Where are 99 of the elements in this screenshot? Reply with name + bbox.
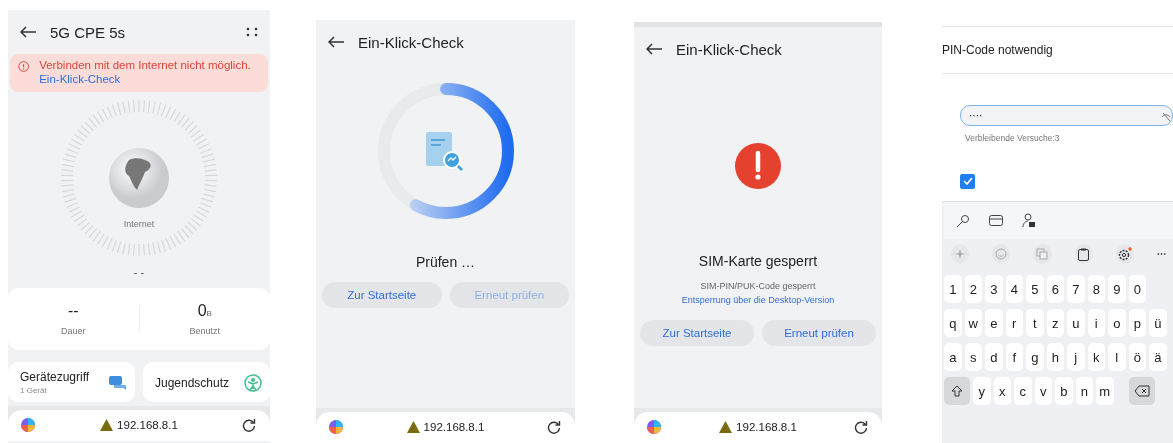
globe-label: Internet (122, 218, 156, 229)
error-message: Verbinden mit dem Internet nicht möglich. Ein-Klick-Check (39, 59, 252, 87)
keyboard-key[interactable]: 6 (1046, 275, 1064, 303)
person-lock-icon[interactable] (1022, 213, 1036, 228)
back-arrow-icon[interactable] (328, 36, 344, 48)
warning-icon (100, 418, 114, 431)
reload-icon[interactable] (242, 417, 256, 432)
browser-logo-icon[interactable] (20, 416, 36, 433)
warning-icon (719, 421, 733, 433)
keyboard-key[interactable]: w (964, 309, 982, 337)
status-text: Prüfen … (414, 254, 477, 270)
keyboard-key[interactable]: j (1067, 343, 1085, 371)
keyboard-key[interactable]: 4 (1005, 275, 1023, 303)
keyboard-key[interactable]: e (985, 309, 1003, 337)
backspace-icon (1133, 385, 1150, 397)
back-arrow-icon[interactable] (20, 26, 36, 38)
tile-title: Jugendschutz (155, 375, 230, 390)
screen-title: Ein-Klick-Check (676, 40, 782, 58)
pin-field[interactable]: ···· (960, 105, 1173, 126)
keyboard-key[interactable]: 2 (964, 275, 982, 303)
keyboard-key[interactable]: x (993, 377, 1011, 405)
action-button[interactable]: Zur Startseite (640, 319, 754, 346)
keyboard-key[interactable]: h (1046, 343, 1064, 371)
card-icon[interactable] (989, 215, 1003, 226)
child-icon (244, 373, 262, 392)
result-message: SIM-PIN/PUK-Code gesperrt Entsperrung über die Desktop-Version (680, 280, 836, 308)
keyboard-key[interactable]: t (1026, 309, 1044, 337)
keyboard-key[interactable]: d (985, 343, 1003, 371)
reload-icon[interactable] (547, 420, 561, 434)
keyboard-key[interactable]: n (1075, 377, 1093, 405)
keyboard-key[interactable]: q (944, 309, 962, 337)
keyboard-key[interactable]: c (1014, 377, 1032, 405)
document-search-icon (424, 130, 464, 172)
keyboard-key[interactable]: 8 (1087, 275, 1105, 303)
keyboard-key[interactable]: a (944, 343, 962, 371)
result-heading: SIM-Karte gesperrt (697, 253, 819, 269)
check-link[interactable]: Ein-Klick-Check (39, 72, 121, 85)
speed-value: - - (132, 265, 146, 278)
screen-title: Ein-Klick-Check (358, 33, 464, 51)
keyboard-key[interactable]: g (1026, 343, 1044, 371)
feature-tile[interactable]: Gerätezugriff 1 Gerät (8, 361, 135, 402)
more-icon[interactable] (246, 27, 258, 37)
keyboard-key[interactable]: 1 (944, 275, 962, 303)
keyboard-key[interactable]: m (1096, 377, 1114, 405)
keyboard-key[interactable]: v (1034, 377, 1052, 405)
clipboard-icon[interactable] (1074, 244, 1093, 264)
keyboard-key[interactable]: ä (1149, 343, 1167, 371)
dialog-title: PIN-Code notwendig (942, 27, 1173, 74)
keyboard-key[interactable]: s (964, 343, 982, 371)
action-button[interactable]: Zur Startseite (322, 282, 442, 308)
shift-key[interactable] (944, 377, 970, 405)
keyboard-key[interactable]: k (1087, 343, 1105, 371)
keyboard-key[interactable]: 9 (1108, 275, 1126, 303)
error-icon (18, 59, 30, 74)
stat-label: Dauer (61, 325, 86, 336)
settings-icon[interactable] (1115, 244, 1134, 264)
tile-subtitle: 1 Gerät (20, 386, 48, 396)
keyboard-key[interactable]: y (973, 377, 991, 405)
feature-tile[interactable]: Jugendschutz (143, 361, 270, 402)
tile-title: Gerätezugriff (20, 370, 90, 385)
url-text: 192.168.8.1 (423, 421, 485, 433)
action-button[interactable]: Erneut prüfen (762, 319, 876, 346)
address-bar[interactable]: 192.168.8.1 (316, 412, 575, 443)
keyboard-key[interactable]: b (1055, 377, 1073, 405)
keyboard-key[interactable]: p (1128, 309, 1146, 337)
keyboard-key[interactable]: r (1005, 309, 1023, 337)
backspace-key[interactable] (1128, 377, 1155, 405)
error-icon (735, 143, 781, 189)
reload-icon[interactable] (854, 420, 868, 434)
back-arrow-icon[interactable] (646, 43, 662, 55)
keyboard-key[interactable]: 3 (985, 275, 1003, 303)
keyboard-key[interactable]: 0 (1128, 275, 1146, 303)
browser-logo-icon[interactable] (328, 419, 344, 435)
keyboard-key[interactable]: 5 (1026, 275, 1044, 303)
keyboard-key[interactable]: f (1005, 343, 1023, 371)
attempts-hint: Verbleibende Versuche:3 (965, 133, 1061, 143)
stat-value: 0B (197, 301, 212, 320)
stat-label: Benutzt (189, 325, 220, 336)
shift-icon (951, 385, 963, 397)
keyboard-key[interactable]: i (1087, 309, 1105, 337)
more-icon[interactable] (1156, 252, 1167, 256)
keyboard-key[interactable]: l (1108, 343, 1126, 371)
keyboard-key[interactable]: 7 (1067, 275, 1085, 303)
stat-value: -- (67, 301, 79, 320)
warning-icon (406, 421, 420, 433)
keyboard-key[interactable]: z (1046, 309, 1064, 337)
url-text: 192.168.8.1 (117, 418, 178, 431)
desktop-version-link[interactable]: Entsperrung über die Desktop-Version (681, 295, 835, 306)
browser-logo-icon[interactable] (646, 419, 662, 435)
keyboard-key[interactable]: o (1108, 309, 1126, 337)
keyboard-key[interactable]: u (1067, 309, 1085, 337)
screen-title: 5G CPE 5s (50, 23, 126, 41)
checkbox[interactable] (960, 173, 975, 189)
keyboard-key[interactable]: ü (1149, 309, 1167, 337)
address-bar[interactable]: 192.168.8.1 (634, 412, 882, 443)
address-bar[interactable]: 192.168.8.1 (8, 409, 270, 441)
keyboard-key[interactable]: ö (1128, 343, 1146, 371)
chat-bubbles-icon (109, 374, 127, 391)
url-text: 192.168.8.1 (736, 421, 797, 433)
